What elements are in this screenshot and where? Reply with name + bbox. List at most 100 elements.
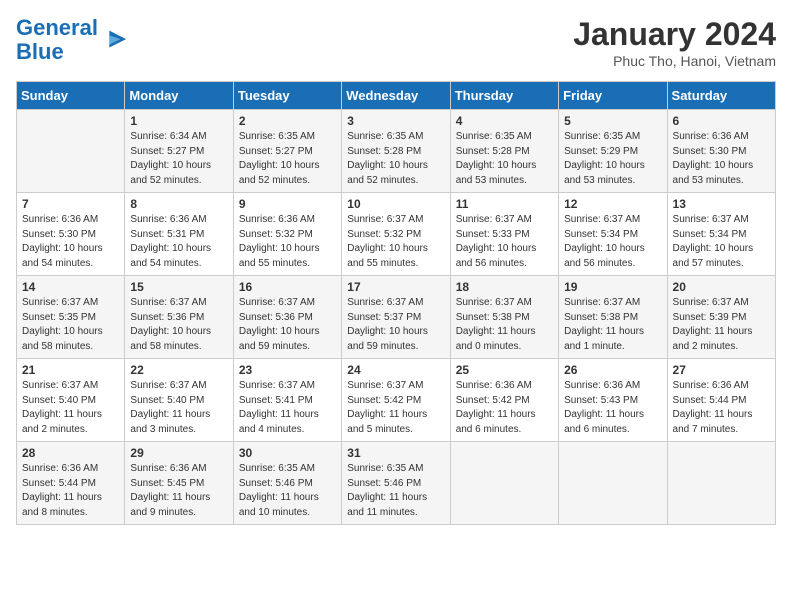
calendar-body: 1Sunrise: 6:34 AM Sunset: 5:27 PM Daylig… bbox=[17, 110, 776, 525]
calendar-cell: 6 Sunrise: 6:36 AM Sunset: 5:30 PM Daylig… bbox=[667, 110, 775, 193]
day-number: 9 bbox=[239, 197, 336, 211]
day-info: Sunrise: 6:36 AM Sunset: 5:42 PM Dayligh… bbox=[456, 379, 553, 437]
day-info: Sunrise: 6:36 AM Sunset: 5:30 PM Dayligh… bbox=[673, 130, 770, 188]
day-number: 27 bbox=[673, 363, 770, 377]
day-info: Sunrise: 6:37 AM Sunset: 5:39 PM Dayligh… bbox=[673, 296, 770, 354]
calendar-header-row: SundayMondayTuesdayWednesdayThursdayFrid… bbox=[17, 82, 776, 110]
day-number: 30 bbox=[239, 446, 336, 460]
day-number: 24 bbox=[347, 363, 444, 377]
day-number: 5 bbox=[564, 114, 661, 128]
calendar-week-row: 14 Sunrise: 6:37 AM Sunset: 5:35 PM Dayli… bbox=[17, 276, 776, 359]
header-friday: Friday bbox=[559, 82, 667, 110]
calendar-cell: 21 Sunrise: 6:37 AM Sunset: 5:40 PM Dayli… bbox=[17, 359, 125, 442]
calendar-cell: 14 Sunrise: 6:37 AM Sunset: 5:35 PM Dayli… bbox=[17, 276, 125, 359]
day-info: Sunrise: 6:37 AM Sunset: 5:38 PM Dayligh… bbox=[564, 296, 661, 354]
day-number: 15 bbox=[130, 280, 227, 294]
day-number: 6 bbox=[673, 114, 770, 128]
day-number: 18 bbox=[456, 280, 553, 294]
day-number: 16 bbox=[239, 280, 336, 294]
day-number: 11 bbox=[456, 197, 553, 211]
day-info: Sunrise: 6:37 AM Sunset: 5:35 PM Dayligh… bbox=[22, 296, 119, 354]
header-wednesday: Wednesday bbox=[342, 82, 450, 110]
day-info: Sunrise: 6:37 AM Sunset: 5:41 PM Dayligh… bbox=[239, 379, 336, 437]
day-number: 20 bbox=[673, 280, 770, 294]
calendar-week-row: 28 Sunrise: 6:36 AM Sunset: 5:44 PM Dayli… bbox=[17, 442, 776, 525]
calendar-cell: 22Sunrise: 6:37 AM Sunset: 5:40 PM Dayli… bbox=[125, 359, 233, 442]
day-number: 3 bbox=[347, 114, 444, 128]
calendar-cell: 24 Sunrise: 6:37 AM Sunset: 5:42 PM Dayli… bbox=[342, 359, 450, 442]
header-saturday: Saturday bbox=[667, 82, 775, 110]
day-number: 19 bbox=[564, 280, 661, 294]
calendar-cell: 8Sunrise: 6:36 AM Sunset: 5:31 PM Daylig… bbox=[125, 193, 233, 276]
day-number: 22 bbox=[130, 363, 227, 377]
calendar-cell bbox=[667, 442, 775, 525]
day-info: Sunrise: 6:37 AM Sunset: 5:37 PM Dayligh… bbox=[347, 296, 444, 354]
day-info: Sunrise: 6:35 AM Sunset: 5:28 PM Dayligh… bbox=[347, 130, 444, 188]
day-info: Sunrise: 6:35 AM Sunset: 5:46 PM Dayligh… bbox=[347, 462, 444, 520]
day-info: Sunrise: 6:36 AM Sunset: 5:32 PM Dayligh… bbox=[239, 213, 336, 271]
day-info: Sunrise: 6:37 AM Sunset: 5:34 PM Dayligh… bbox=[673, 213, 770, 271]
calendar-cell: 16 Sunrise: 6:37 AM Sunset: 5:36 PM Dayli… bbox=[233, 276, 341, 359]
header-sunday: Sunday bbox=[17, 82, 125, 110]
day-number: 25 bbox=[456, 363, 553, 377]
calendar-cell: 23Sunrise: 6:37 AM Sunset: 5:41 PM Dayli… bbox=[233, 359, 341, 442]
page-header: General Blue January 2024 Phuc Tho, Hano… bbox=[16, 16, 776, 69]
day-info: Sunrise: 6:34 AM Sunset: 5:27 PM Dayligh… bbox=[130, 130, 227, 188]
calendar-week-row: 1Sunrise: 6:34 AM Sunset: 5:27 PM Daylig… bbox=[17, 110, 776, 193]
calendar-week-row: 7 Sunrise: 6:36 AM Sunset: 5:30 PM Daylig… bbox=[17, 193, 776, 276]
location-subtitle: Phuc Tho, Hanoi, Vietnam bbox=[573, 53, 776, 69]
calendar-cell: 15 Sunrise: 6:37 AM Sunset: 5:36 PM Dayli… bbox=[125, 276, 233, 359]
day-info: Sunrise: 6:36 AM Sunset: 5:45 PM Dayligh… bbox=[130, 462, 227, 520]
day-info: Sunrise: 6:35 AM Sunset: 5:27 PM Dayligh… bbox=[239, 130, 336, 188]
day-info: Sunrise: 6:37 AM Sunset: 5:38 PM Dayligh… bbox=[456, 296, 553, 354]
day-info: Sunrise: 6:37 AM Sunset: 5:34 PM Dayligh… bbox=[564, 213, 661, 271]
day-number: 21 bbox=[22, 363, 119, 377]
day-number: 12 bbox=[564, 197, 661, 211]
calendar-cell: 17 Sunrise: 6:37 AM Sunset: 5:37 PM Dayli… bbox=[342, 276, 450, 359]
calendar-cell: 31Sunrise: 6:35 AM Sunset: 5:46 PM Dayli… bbox=[342, 442, 450, 525]
calendar-table: SundayMondayTuesdayWednesdayThursdayFrid… bbox=[16, 81, 776, 525]
day-number: 7 bbox=[22, 197, 119, 211]
title-block: January 2024 Phuc Tho, Hanoi, Vietnam bbox=[573, 16, 776, 69]
logo-icon bbox=[100, 26, 128, 54]
day-number: 14 bbox=[22, 280, 119, 294]
calendar-cell bbox=[450, 442, 558, 525]
calendar-cell: 26 Sunrise: 6:36 AM Sunset: 5:43 PM Dayli… bbox=[559, 359, 667, 442]
day-number: 4 bbox=[456, 114, 553, 128]
calendar-cell: 12 Sunrise: 6:37 AM Sunset: 5:34 PM Dayli… bbox=[559, 193, 667, 276]
calendar-week-row: 21 Sunrise: 6:37 AM Sunset: 5:40 PM Dayli… bbox=[17, 359, 776, 442]
logo-text: General Blue bbox=[16, 16, 98, 64]
day-number: 28 bbox=[22, 446, 119, 460]
day-info: Sunrise: 6:36 AM Sunset: 5:43 PM Dayligh… bbox=[564, 379, 661, 437]
day-info: Sunrise: 6:36 AM Sunset: 5:44 PM Dayligh… bbox=[22, 462, 119, 520]
day-info: Sunrise: 6:37 AM Sunset: 5:32 PM Dayligh… bbox=[347, 213, 444, 271]
calendar-cell: 25 Sunrise: 6:36 AM Sunset: 5:42 PM Dayli… bbox=[450, 359, 558, 442]
day-info: Sunrise: 6:37 AM Sunset: 5:36 PM Dayligh… bbox=[239, 296, 336, 354]
day-info: Sunrise: 6:37 AM Sunset: 5:33 PM Dayligh… bbox=[456, 213, 553, 271]
day-number: 8 bbox=[130, 197, 227, 211]
day-number: 26 bbox=[564, 363, 661, 377]
header-monday: Monday bbox=[125, 82, 233, 110]
day-number: 13 bbox=[673, 197, 770, 211]
header-thursday: Thursday bbox=[450, 82, 558, 110]
day-number: 17 bbox=[347, 280, 444, 294]
day-info: Sunrise: 6:37 AM Sunset: 5:36 PM Dayligh… bbox=[130, 296, 227, 354]
day-info: Sunrise: 6:35 AM Sunset: 5:46 PM Dayligh… bbox=[239, 462, 336, 520]
day-info: Sunrise: 6:35 AM Sunset: 5:29 PM Dayligh… bbox=[564, 130, 661, 188]
day-info: Sunrise: 6:37 AM Sunset: 5:40 PM Dayligh… bbox=[22, 379, 119, 437]
day-number: 29 bbox=[130, 446, 227, 460]
calendar-cell: 7 Sunrise: 6:36 AM Sunset: 5:30 PM Daylig… bbox=[17, 193, 125, 276]
calendar-cell: 18 Sunrise: 6:37 AM Sunset: 5:38 PM Dayli… bbox=[450, 276, 558, 359]
calendar-cell: 11 Sunrise: 6:37 AM Sunset: 5:33 PM Dayli… bbox=[450, 193, 558, 276]
day-info: Sunrise: 6:37 AM Sunset: 5:42 PM Dayligh… bbox=[347, 379, 444, 437]
calendar-cell: 5 Sunrise: 6:35 AM Sunset: 5:29 PM Daylig… bbox=[559, 110, 667, 193]
day-info: Sunrise: 6:35 AM Sunset: 5:28 PM Dayligh… bbox=[456, 130, 553, 188]
day-number: 2 bbox=[239, 114, 336, 128]
header-tuesday: Tuesday bbox=[233, 82, 341, 110]
calendar-cell: 3 Sunrise: 6:35 AM Sunset: 5:28 PM Daylig… bbox=[342, 110, 450, 193]
day-info: Sunrise: 6:36 AM Sunset: 5:30 PM Dayligh… bbox=[22, 213, 119, 271]
calendar-cell: 13 Sunrise: 6:37 AM Sunset: 5:34 PM Dayli… bbox=[667, 193, 775, 276]
calendar-cell: 4 Sunrise: 6:35 AM Sunset: 5:28 PM Daylig… bbox=[450, 110, 558, 193]
calendar-cell: 20 Sunrise: 6:37 AM Sunset: 5:39 PM Dayli… bbox=[667, 276, 775, 359]
day-info: Sunrise: 6:36 AM Sunset: 5:44 PM Dayligh… bbox=[673, 379, 770, 437]
